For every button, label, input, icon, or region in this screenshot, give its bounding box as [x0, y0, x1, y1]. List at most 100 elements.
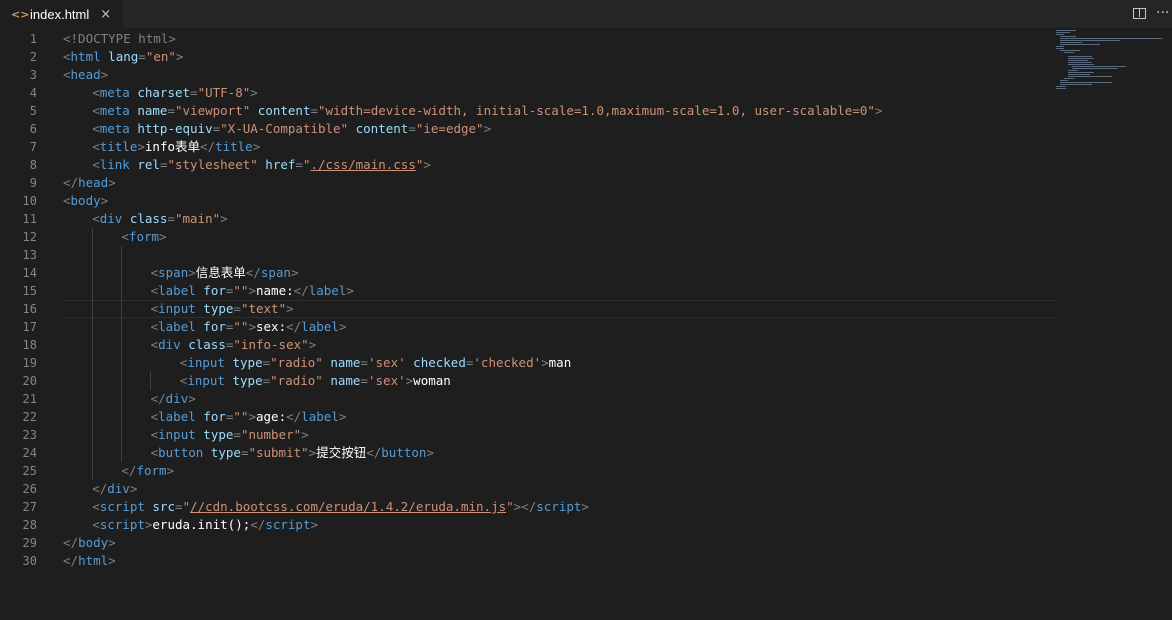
code-token: </: [63, 553, 79, 568]
minimap-line: [1060, 50, 1080, 51]
close-icon[interactable]: ×: [100, 7, 111, 22]
code-line[interactable]: 30 </html>: [0, 552, 1055, 570]
code-token: 提交按钮: [316, 445, 367, 460]
code-token: lang: [100, 49, 139, 64]
code-token: >: [137, 139, 145, 154]
html-file-icon: <>: [11, 7, 30, 21]
code-line[interactable]: 18 <div class="info-sex">: [0, 336, 1055, 354]
code-line[interactable]: 13: [0, 246, 1055, 264]
code-line[interactable]: 7 <title>info表单</title>: [0, 138, 1055, 156]
code-token: >: [175, 49, 184, 64]
code-token: =: [262, 355, 271, 370]
code-line[interactable]: 23 <input type="number">: [0, 426, 1055, 444]
code-line[interactable]: 16 <input type="text">: [0, 300, 1055, 318]
code-token: >: [252, 139, 261, 154]
code-token: href: [257, 157, 296, 172]
code-line[interactable]: 21 </div>: [0, 390, 1055, 408]
line-number: 8: [29, 158, 37, 172]
line-number: 7: [29, 140, 37, 154]
line-number: 18: [22, 338, 37, 352]
code-line[interactable]: 20 <input type="radio" name='sex'>woman: [0, 372, 1055, 390]
code-token: "info-sex": [233, 337, 309, 352]
code-line[interactable]: 14 <span>信息表单</span>: [0, 264, 1055, 282]
code-text: <label for="">age:</label>: [151, 408, 347, 426]
code-line[interactable]: 3 <head>: [0, 66, 1055, 84]
line-number: 25: [22, 464, 37, 478]
code-token: head: [70, 67, 101, 82]
code-token: >: [250, 85, 258, 100]
code-token: "width=device-width, initial-scale=1.0,m…: [318, 103, 875, 118]
code-line[interactable]: 5 <meta name="viewport" content="width=de…: [0, 102, 1055, 120]
code-line[interactable]: 9 </head>: [0, 174, 1055, 192]
minimap-line: [1060, 44, 1100, 45]
code-token: "": [233, 319, 249, 334]
minimap[interactable]: [1056, 30, 1166, 90]
code-line[interactable]: 29 </body>: [0, 534, 1055, 552]
code-token: charset: [129, 85, 191, 100]
code-token: form: [136, 463, 167, 478]
code-token: "submit": [248, 445, 309, 460]
code-line[interactable]: 6 <meta http-equiv = "X-UA-Compatible" cont…: [0, 120, 1055, 138]
code-token: type: [224, 355, 263, 370]
code-text: </div>: [92, 480, 137, 498]
code-line[interactable]: 28 <script>eruda.init();</script>: [0, 516, 1055, 534]
code-line[interactable]: 1 <!DOCTYPE html>: [0, 30, 1055, 48]
code-text: <label for="">name:</label>: [151, 282, 354, 300]
code-token: <: [150, 445, 159, 460]
code-token: label: [301, 409, 339, 424]
code-line[interactable]: 12 <form>: [0, 228, 1055, 246]
minimap-line: [1056, 30, 1076, 31]
more-actions-icon[interactable]: ···: [1156, 5, 1169, 21]
code-token: "viewport": [175, 103, 251, 118]
code-text: <title>info表单</title>: [92, 138, 260, 156]
code-token: =: [138, 49, 146, 64]
code-line[interactable]: 15 <label for="">name:</label>: [0, 282, 1055, 300]
code-token: >: [129, 481, 138, 496]
code-text: </body>: [63, 534, 116, 552]
minimap-line: [1056, 46, 1064, 47]
code-token: =: [360, 355, 368, 370]
code-line[interactable]: 8 <link rel="stylesheet" href="./css/main…: [0, 156, 1055, 174]
line-number: 9: [29, 176, 37, 190]
code-line[interactable]: 25 </form>: [0, 462, 1055, 480]
code-token: </: [63, 535, 79, 550]
code-line[interactable]: 17 <label for="">sex:</label>: [0, 318, 1055, 336]
code-token: </: [121, 463, 137, 478]
tab-title: index.html: [30, 6, 90, 22]
minimap-line: [1056, 86, 1066, 87]
code-line[interactable]: 4 <meta charset="UTF-8">: [0, 84, 1055, 102]
tab-index-html[interactable]: <> index.html ×: [0, 0, 123, 28]
code-line[interactable]: 24 <button type="submit">提交按钮</button>: [0, 444, 1055, 462]
code-token: man: [548, 355, 572, 370]
tab-bar: <> index.html × ···: [0, 0, 1172, 28]
code-line[interactable]: 19 <input type="radio" name='sex' checked…: [0, 354, 1055, 372]
code-line[interactable]: 2 <html lang="en">: [0, 48, 1055, 66]
code-line[interactable]: 22 <label for="">age:</label>: [0, 408, 1055, 426]
code-token: <: [92, 157, 100, 172]
code-token: for: [195, 409, 226, 424]
code-text: </div>: [151, 390, 196, 408]
code-line[interactable]: 10 <body>: [0, 192, 1055, 210]
code-token: >: [346, 283, 354, 298]
code-token: <: [92, 517, 100, 532]
code-token: title: [215, 139, 253, 154]
code-text: </form>: [121, 462, 174, 480]
minimap-line: [1060, 80, 1068, 81]
code-editor[interactable]: 1 <!DOCTYPE html> 2 <html lang="en"> 3 <head>…: [0, 30, 1172, 620]
split-editor-icon[interactable]: [1133, 8, 1146, 19]
code-token: name:: [256, 283, 294, 298]
code-token: >: [100, 193, 109, 208]
code-line[interactable]: 11 <div class="main">: [0, 210, 1055, 228]
code-line[interactable]: 27 <script src="//cdn.bootcss.com/eruda/1…: [0, 498, 1055, 516]
code-token: type: [195, 427, 234, 442]
line-number: 24: [22, 446, 37, 460]
code-token: rel: [129, 157, 160, 172]
code-token: <: [63, 67, 71, 82]
minimap-line: [1068, 70, 1078, 71]
code-line[interactable]: 26 </div>: [0, 480, 1055, 498]
code-token: link: [99, 157, 130, 172]
code-token: <: [150, 409, 159, 424]
code-token: "UTF-8": [197, 85, 251, 100]
code-token: </: [200, 139, 216, 154]
code-token: </: [293, 283, 309, 298]
